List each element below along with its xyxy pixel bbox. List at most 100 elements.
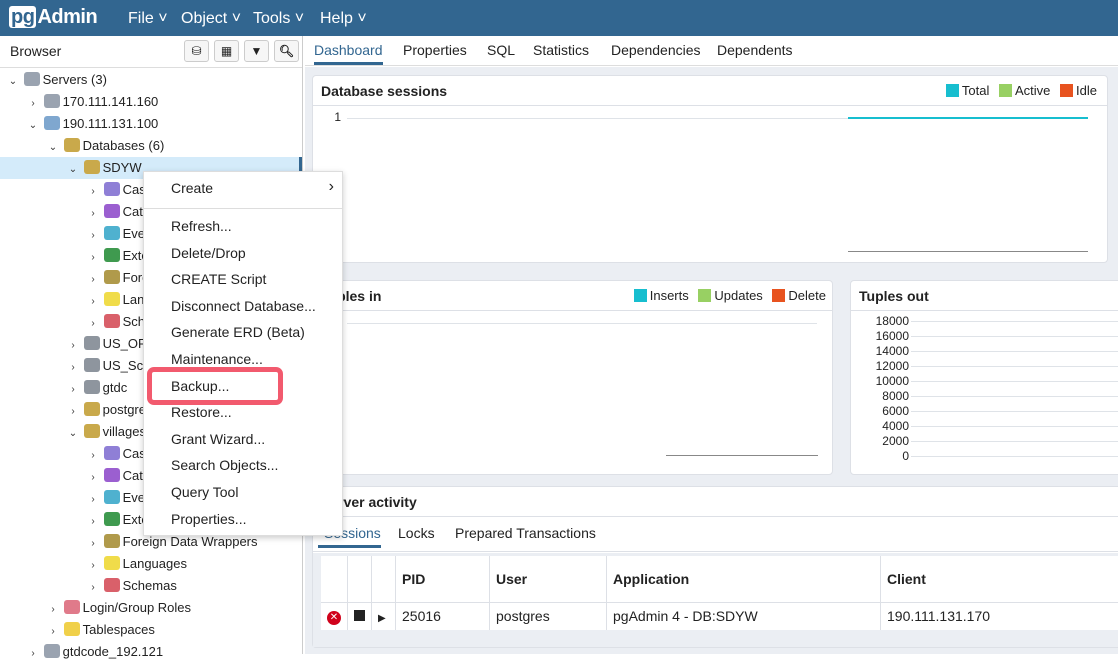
tab-dependencies[interactable]: Dependencies [611, 42, 701, 58]
chevron-down-icon[interactable]: ⌄ [46, 137, 60, 159]
chevron-right-icon[interactable]: › [46, 599, 60, 621]
y-tick: 1 [291, 110, 341, 124]
tree-item[interactable]: › Languages [0, 553, 302, 575]
chevron-right-icon[interactable]: › [86, 489, 100, 511]
menu-item[interactable]: Delete/Drop [171, 245, 246, 261]
databases-icon [64, 138, 80, 152]
chevron-right-icon[interactable]: › [86, 225, 100, 247]
top-navbar: pgAdmin File ˅ Object ˅ Tools ˅ Help ˅ [0, 0, 1118, 36]
chevron-right-icon[interactable]: › [86, 203, 100, 225]
chevron-right-icon[interactable]: › [86, 467, 100, 489]
gridline [911, 396, 1118, 397]
menu-item[interactable]: Disconnect Database... [171, 298, 316, 314]
chevron-down-icon[interactable]: ⌄ [66, 423, 80, 445]
casts-icon [104, 446, 120, 460]
chevron-right-icon[interactable]: › [66, 357, 80, 379]
menu-tools[interactable]: Tools ˅ [253, 10, 304, 28]
database-icon [84, 424, 100, 438]
tab-properties[interactable]: Properties [403, 42, 467, 58]
menu-item[interactable]: Restore... [171, 404, 232, 420]
legend: Total Active Idle [940, 83, 1097, 98]
chevron-right-icon[interactable]: › [86, 313, 100, 335]
menu-file[interactable]: File ˅ [128, 10, 168, 28]
chevron-down-icon[interactable]: ⌄ [66, 159, 80, 181]
gridline [911, 336, 1118, 337]
menu-item[interactable]: Generate ERD (Beta) [171, 324, 305, 340]
query-tool-icon[interactable]: ⛁ [184, 40, 209, 62]
chevron-right-icon[interactable]: › [86, 445, 100, 467]
server-disconnected-icon [44, 94, 60, 108]
tab-prepared-transactions[interactable]: Prepared Transactions [455, 525, 596, 541]
legend-swatch-total [946, 84, 959, 97]
menu-item[interactable]: Create [171, 180, 213, 196]
cancel-query-icon[interactable] [354, 610, 365, 621]
object-tree: ⌄ Servers (3)› 170.111.141.160⌄ 190.111.… [0, 67, 302, 68]
chevron-down-icon[interactable]: ⌄ [26, 115, 40, 137]
tab-dependents[interactable]: Dependents [717, 42, 793, 58]
menu-item[interactable]: Search Objects... [171, 457, 278, 473]
menu-item[interactable]: CREATE Script [171, 271, 266, 287]
tab-dashboard[interactable]: Dashboard [314, 42, 383, 65]
y-tick: 6000 [859, 404, 909, 418]
menu-item[interactable]: Query Tool [171, 484, 238, 500]
server-activity-panel: Server activity Sessions Locks Prepared … [312, 486, 1118, 648]
tree-item[interactable]: › Tablespaces [0, 619, 302, 641]
database-disconnected-icon [84, 380, 100, 394]
menu-item[interactable]: Refresh... [171, 218, 232, 234]
tree-item[interactable]: › 170.111.141.160 [0, 91, 302, 113]
column-header[interactable]: User [490, 556, 607, 602]
panel-title: Database sessions [321, 83, 447, 99]
tab-locks[interactable]: Locks [398, 525, 435, 541]
tab-sql[interactable]: SQL [487, 42, 515, 58]
tree-item[interactable]: › Login/Group Roles [0, 597, 302, 619]
column-header[interactable]: PID [396, 556, 490, 602]
tab-statistics[interactable]: Statistics [533, 42, 589, 58]
database-disconnected-icon [84, 336, 100, 350]
chevron-right-icon[interactable]: › [66, 379, 80, 401]
chevron-right-icon[interactable]: › [26, 93, 40, 115]
database-sessions-panel: Database sessions Total Active Idle 1 [312, 75, 1108, 263]
chevron-right-icon[interactable]: › [86, 269, 100, 291]
menu-item[interactable]: Properties... [171, 511, 246, 527]
menu-separator [144, 208, 342, 209]
database-icon [84, 402, 100, 416]
chevron-right-icon[interactable]: › [66, 335, 80, 357]
column-header[interactable]: Application [607, 556, 881, 602]
chevron-right-icon[interactable]: › [86, 511, 100, 533]
chevron-right-icon[interactable]: › [86, 247, 100, 269]
legend-swatch-active [999, 84, 1012, 97]
foreign-data-wrappers-icon [104, 534, 120, 548]
tree-item[interactable]: › gtdcode_192.121 [0, 641, 302, 663]
chevron-down-icon[interactable]: ⌄ [6, 71, 20, 93]
chevron-right-icon[interactable]: › [86, 533, 100, 555]
chevron-right-icon[interactable]: › [86, 181, 100, 203]
tree-item[interactable]: ⌄ Databases (6) [0, 135, 302, 157]
menu-object[interactable]: Object ˅ [181, 10, 241, 28]
tree-item[interactable]: ⌄ 190.111.131.100 [0, 113, 302, 135]
tree-item[interactable]: › Schemas [0, 575, 302, 597]
chevron-right-icon[interactable]: › [86, 555, 100, 577]
chevron-right-icon[interactable]: › [66, 401, 80, 423]
column-header[interactable]: Client [881, 556, 1118, 602]
gridline [911, 351, 1118, 352]
gridline [911, 426, 1118, 427]
event-triggers-icon [104, 226, 120, 240]
chevron-right-icon[interactable]: › [46, 621, 60, 643]
menu-item[interactable]: Grant Wizard... [171, 431, 265, 447]
terminate-session-icon[interactable]: ✕ [327, 611, 341, 625]
chevron-right-icon[interactable]: › [86, 577, 100, 599]
y-tick: 18000 [859, 314, 909, 328]
menu-item[interactable]: Maintenance... [171, 351, 263, 367]
extensions-icon [104, 512, 120, 526]
y-tick: 2000 [859, 434, 909, 448]
chevron-right-icon[interactable]: › [86, 291, 100, 313]
tuples-out-panel: Tuples out 18000160001400012000100008000… [850, 280, 1118, 475]
filter-icon[interactable]: ▼ [244, 40, 269, 62]
tree-item[interactable]: ⌄ Servers (3) [0, 69, 302, 91]
chevron-right-icon[interactable]: › [26, 643, 40, 665]
view-data-icon[interactable]: ▦ [214, 40, 239, 62]
menu-help[interactable]: Help ˅ [320, 10, 367, 28]
search-icon[interactable]: 🔍︎ [274, 40, 299, 62]
login-roles-icon [64, 600, 80, 614]
expand-row-icon[interactable]: ▶ [378, 613, 386, 624]
